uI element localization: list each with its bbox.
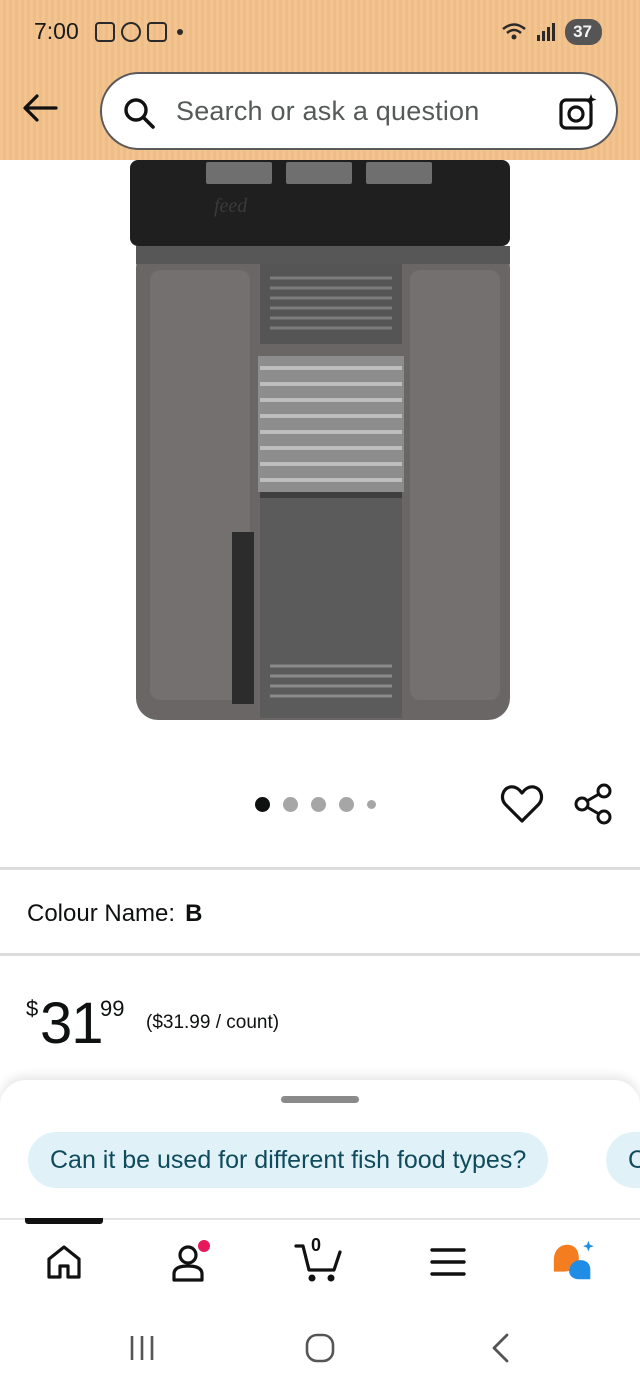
back-button[interactable] [20,88,60,128]
suggestion-sheet: Can it be used for different fish food t… [0,1080,640,1220]
arrow-left-icon [23,94,58,122]
share-icon[interactable] [574,783,614,825]
price-whole: 31 [40,991,104,1056]
carousel-dot[interactable] [283,797,298,812]
menu-icon [430,1248,466,1276]
nav-home[interactable] [40,1238,88,1286]
nav-menu[interactable] [424,1238,472,1286]
price-per-unit: ($31.99 / count) [146,1012,280,1033]
section-divider [0,953,640,956]
battery-indicator: 37 [565,19,602,45]
recent-apps-icon [130,1336,154,1360]
recent-apps-button[interactable] [122,1328,162,1368]
colour-selector[interactable]: Colour Name: B [27,900,202,928]
system-back-button[interactable] [480,1328,520,1368]
heart-icon[interactable] [500,783,544,825]
status-right: 37 [501,19,602,45]
search-icon [124,98,155,129]
sheet-drag-handle[interactable] [281,1096,359,1103]
system-navigation-bar [0,1310,640,1388]
bottom-nav: 0 [0,1218,640,1310]
home-circle-icon [305,1333,335,1363]
account-icon [172,1240,210,1282]
rufus-icon [553,1240,594,1280]
suggestion-chip[interactable]: Can it be used for different fish food t… [28,1132,549,1188]
price-currency: $ [26,996,39,1021]
status-time: 7:00 [34,18,79,44]
layers-icon [147,22,167,42]
home-icon [47,1245,81,1279]
colour-value: B [185,900,203,927]
cart-count: 0 [311,1235,322,1255]
game-icon [121,22,141,42]
svg-text:feed: feed [214,195,248,217]
carousel-dot[interactable] [367,800,376,809]
status-bar: 7:00 37 [0,0,640,66]
nav-account[interactable] [166,1238,214,1286]
section-divider [0,867,640,870]
product-image[interactable]: feed [120,160,520,730]
nav-rufus[interactable] [550,1238,598,1286]
price-fraction: 99 [100,996,125,1021]
carousel-dot[interactable] [311,797,326,812]
suggestion-chip[interactable]: C [606,1132,640,1188]
chevron-left-icon [492,1333,509,1363]
nav-cart[interactable]: 0 [294,1235,348,1286]
camera-search-icon[interactable] [558,92,598,132]
active-tab-indicator [25,1218,103,1224]
status-notification-icons [95,22,183,42]
home-system-button[interactable] [300,1328,340,1368]
more-notifications-dot [177,29,183,35]
screenshot-icon [95,22,115,42]
app-header: 7:00 37 Search or ask a question [0,0,640,160]
search-input[interactable]: Search or ask a question [176,96,479,127]
search-bar[interactable]: Search or ask a question [100,72,618,150]
image-carousel-dots[interactable] [255,797,376,812]
carousel-dot[interactable] [255,797,270,812]
colour-label: Colour Name: [27,900,176,927]
notification-dot [198,1240,210,1252]
wifi-icon [502,23,526,40]
signal-icon [537,23,556,41]
carousel-dot[interactable] [339,797,354,812]
